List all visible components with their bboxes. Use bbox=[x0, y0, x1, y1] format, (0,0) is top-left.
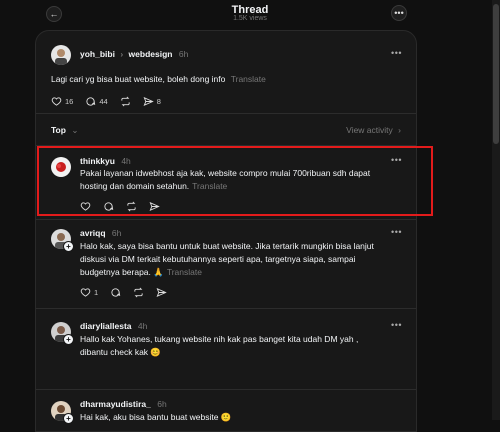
reply-text: Hallo kak Yohanes, tukang website nih ka… bbox=[80, 333, 410, 359]
reply-item: + dharmayudistira_ 6h Hai kak, aku bisa … bbox=[36, 390, 416, 431]
post-actions: 16 44 8 bbox=[51, 95, 173, 107]
thread-more-button[interactable]: ••• bbox=[391, 5, 407, 21]
avatar[interactable] bbox=[51, 45, 71, 65]
reply-author-line: dharmayudistira_ 6h bbox=[80, 399, 167, 409]
reply-item: + avriqq 6h ••• Halo kak, saya bisa bant… bbox=[36, 220, 416, 309]
post-text: Lagi cari yg bisa buat website, boleh do… bbox=[51, 74, 226, 84]
reply-time: 4h bbox=[137, 321, 148, 331]
sort-dropdown[interactable]: Top ⌄ bbox=[51, 125, 78, 136]
highlight-box bbox=[37, 146, 433, 216]
send-icon bbox=[143, 96, 154, 106]
comment-icon bbox=[86, 96, 96, 106]
divider bbox=[36, 113, 416, 114]
follow-plus-icon[interactable]: + bbox=[63, 334, 74, 345]
reply-line: diskusi via DM terkait kebutuhannya sepe… bbox=[80, 254, 356, 264]
reply-author-line: diaryliallesta 4h bbox=[80, 321, 147, 331]
like-button[interactable]: 16 bbox=[51, 96, 73, 107]
reply-line: Hallo kak Yohanes, tukang website nih ka… bbox=[80, 334, 359, 344]
reply-line-last: budgetnya berapa. 🙏 Translate bbox=[80, 266, 410, 279]
share-button[interactable] bbox=[156, 287, 167, 298]
like-count: 16 bbox=[65, 96, 74, 106]
send-icon bbox=[156, 287, 167, 297]
heart-icon bbox=[80, 287, 91, 297]
like-count: 1 bbox=[94, 287, 99, 297]
more-options-button[interactable]: ••• bbox=[391, 320, 402, 330]
reply-time: 6h bbox=[157, 399, 167, 409]
reply-author[interactable]: dharmayudistira_ bbox=[80, 399, 151, 409]
comment-icon bbox=[111, 287, 121, 297]
chevron-right-icon: › bbox=[398, 125, 401, 135]
thread-panel: yoh_bibi › webdesign 6h ••• Lagi cari yg… bbox=[35, 30, 417, 432]
reply-line: budgetnya berapa. 🙏 bbox=[80, 267, 164, 277]
post-channel[interactable]: webdesign bbox=[129, 49, 173, 59]
share-count: 8 bbox=[156, 96, 161, 106]
view-activity-label: View activity bbox=[346, 125, 393, 135]
scrollbar-thumb[interactable] bbox=[493, 4, 499, 144]
share-button[interactable]: 8 bbox=[143, 96, 161, 107]
like-button[interactable]: 1 bbox=[80, 287, 98, 298]
reply-button[interactable]: 44 bbox=[85, 96, 108, 107]
post-author-line: yoh_bibi › webdesign 6h bbox=[80, 49, 188, 59]
reply-author[interactable]: avriqq bbox=[80, 228, 106, 238]
view-activity-link[interactable]: View activity › bbox=[346, 125, 401, 135]
reply-count: 44 bbox=[99, 96, 108, 106]
post-author[interactable]: yoh_bibi bbox=[80, 49, 115, 59]
translate-link[interactable]: Translate bbox=[167, 267, 202, 277]
reply-item: + diaryliallesta 4h ••• Hallo kak Yohane… bbox=[36, 309, 416, 390]
reply-text: Halo kak, saya bisa bantu untuk buat web… bbox=[80, 240, 410, 279]
heart-icon bbox=[51, 96, 62, 106]
chevron-right-icon: › bbox=[120, 49, 124, 59]
more-options-button[interactable]: ••• bbox=[391, 48, 402, 58]
main-post: yoh_bibi › webdesign 6h ••• Lagi cari yg… bbox=[36, 31, 416, 149]
sort-label: Top bbox=[51, 125, 66, 135]
translate-link[interactable]: Translate bbox=[231, 74, 266, 84]
repost-icon bbox=[121, 96, 130, 106]
reply-time: 6h bbox=[111, 228, 122, 238]
chevron-down-icon: ⌄ bbox=[71, 125, 79, 135]
reply-button[interactable] bbox=[110, 287, 121, 298]
post-text-block: Lagi cari yg bisa buat website, boleh do… bbox=[51, 73, 391, 86]
reply-text: Hai kak, aku bisa bantu buat website 🙂 bbox=[80, 411, 410, 424]
scrollbar[interactable] bbox=[492, 0, 500, 420]
follow-plus-icon[interactable]: + bbox=[63, 413, 74, 424]
follow-plus-icon[interactable]: + bbox=[63, 241, 74, 252]
repost-button[interactable] bbox=[120, 96, 131, 107]
reply-author-line: avriqq 6h bbox=[80, 228, 121, 238]
reply-author[interactable]: diaryliallesta bbox=[80, 321, 132, 331]
reply-line: Halo kak, saya bisa bantu untuk buat web… bbox=[80, 241, 374, 251]
repost-button[interactable] bbox=[133, 287, 144, 298]
reply-actions: 1 bbox=[80, 286, 179, 298]
more-options-button[interactable]: ••• bbox=[391, 227, 402, 237]
post-time: 6h bbox=[178, 49, 189, 59]
more-icon: ••• bbox=[394, 8, 404, 18]
repost-icon bbox=[134, 287, 143, 297]
reply-line: Hai kak, aku bisa bantu buat website 🙂 bbox=[80, 412, 232, 422]
top-bar: ← Thread 1.5K views ••• bbox=[0, 0, 500, 30]
reply-line: dibantu check kak 😊 bbox=[80, 347, 161, 357]
view-count: 1.5K views bbox=[233, 15, 267, 22]
